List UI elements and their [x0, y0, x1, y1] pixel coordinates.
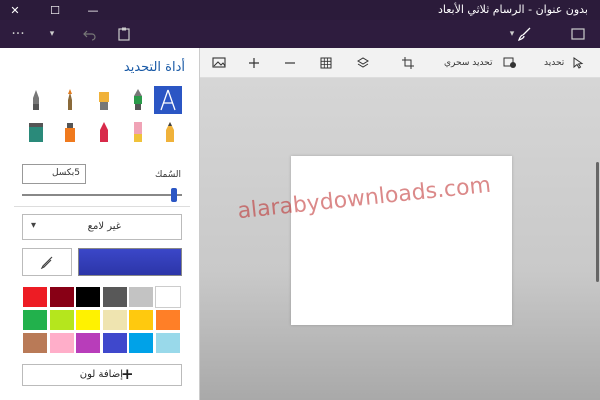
color-swatch[interactable] [155, 309, 181, 331]
canvas-toolbar: تحديد سحري تحديد [200, 48, 600, 78]
rotate-button[interactable] [356, 48, 370, 78]
magic-select-button[interactable]: تحديد سحري [444, 48, 517, 78]
canvas-workspace: alarabydownloads.com [200, 78, 600, 400]
zoom-in-button[interactable] [248, 48, 260, 78]
grid-icon [320, 57, 332, 69]
color-swatch[interactable] [22, 332, 48, 354]
chevron-down-icon: ▾ [509, 29, 515, 39]
color-swatch[interactable] [48, 309, 75, 331]
pen-icon [134, 89, 142, 110]
rotate-icon [357, 57, 369, 68]
plus-icon [249, 58, 259, 68]
fill-bucket-icon [29, 123, 43, 142]
brush-icon [518, 27, 531, 41]
window-title: بدون عنوان - الرسام ثلاثي الأبعاد [437, 3, 588, 16]
oil-brush-tool[interactable] [90, 86, 118, 114]
undo-button[interactable] [78, 20, 102, 48]
minimize-icon: — [87, 3, 99, 17]
pencil-icon [166, 122, 174, 142]
eyedropper-button[interactable] [22, 248, 72, 276]
color-palette [22, 286, 182, 354]
top-toolbar: ··· ▾ ▾ [0, 20, 600, 48]
maximize-button[interactable]: ☐ [40, 0, 70, 20]
eraser-tool[interactable] [124, 118, 152, 146]
more-icon: ··· [11, 26, 25, 42]
spray-can-tool[interactable] [56, 118, 84, 146]
title-bar: ✕ ☐ — بدون عنوان - الرسام ثلاثي الأبعاد [0, 0, 600, 20]
maximize-icon: ☐ [50, 3, 60, 17]
history-dropdown[interactable]: ▾ [42, 20, 62, 48]
thickness-slider-thumb[interactable] [171, 188, 177, 202]
chevron-down-icon: ▾ [49, 29, 55, 39]
fill-bucket-tool[interactable] [22, 118, 50, 146]
thickness-label: السُمك [154, 170, 181, 180]
close-button[interactable]: ✕ [0, 0, 30, 20]
chevron-down-icon: ▾ [31, 220, 37, 231]
more-button[interactable]: ··· [4, 20, 32, 48]
select-button[interactable]: تحديد [544, 48, 584, 78]
thickness-slider[interactable] [22, 194, 182, 196]
zoom-out-button[interactable] [284, 48, 296, 78]
spray-can-icon [65, 123, 75, 142]
image-icon [212, 57, 226, 68]
brush-menu-button[interactable]: ▾ [506, 20, 536, 48]
crayon-icon [100, 122, 108, 142]
finish-dropdown[interactable]: ▾ غير لامع [22, 214, 182, 240]
pen-tool[interactable] [124, 86, 152, 114]
crayon-tool[interactable] [90, 118, 118, 146]
eraser-icon [134, 122, 142, 142]
color-swatch[interactable] [101, 332, 128, 354]
finish-label: غير لامع [87, 221, 121, 232]
pencil-tool[interactable] [156, 118, 184, 146]
select-label: تحديد [544, 58, 565, 68]
calligraphy-pen-icon [68, 89, 72, 110]
color-swatch[interactable] [155, 332, 181, 354]
marker-tool[interactable] [22, 86, 50, 114]
tool-panel: أداة التحديد السُمك 5بكسل ▾ غير لامع + إ… [0, 48, 200, 400]
canvas-view-button[interactable] [566, 20, 590, 48]
undo-icon [83, 30, 96, 41]
color-swatch[interactable] [75, 332, 102, 354]
crop-icon [402, 57, 414, 69]
color-swatch[interactable] [22, 309, 48, 331]
thickness-input[interactable]: 5بكسل [22, 164, 86, 184]
add-color-label: إضافة لون [79, 369, 123, 380]
color-swatch[interactable] [128, 286, 155, 308]
cursor-icon [573, 57, 584, 69]
selection-tool-icon [160, 89, 176, 111]
eyedropper-icon [40, 256, 53, 269]
panel-title: أداة التحديد [123, 60, 185, 75]
divider [14, 206, 190, 207]
color-swatch[interactable] [75, 309, 102, 331]
color-swatch[interactable] [128, 309, 155, 331]
minus-icon [285, 62, 295, 64]
paste-button[interactable] [112, 20, 136, 48]
color-swatch[interactable] [22, 286, 48, 308]
canvas-icon [571, 28, 585, 40]
color-swatch[interactable] [48, 286, 75, 308]
calligraphy-pen-tool[interactable] [56, 86, 84, 114]
minimize-button[interactable]: — [78, 0, 108, 20]
current-color-preview[interactable] [78, 248, 182, 276]
color-swatch[interactable] [75, 286, 102, 308]
magic-select-label: تحديد سحري [444, 58, 493, 68]
color-swatch[interactable] [101, 309, 128, 331]
clipboard-icon [118, 27, 130, 41]
insert-image-button[interactable] [212, 48, 226, 78]
crop-button[interactable] [402, 48, 414, 78]
marker-icon [33, 90, 39, 110]
color-swatch[interactable] [101, 286, 128, 308]
color-swatch[interactable] [48, 332, 75, 354]
magic-select-icon [503, 57, 516, 68]
vertical-scrollbar[interactable] [596, 162, 599, 282]
color-swatch[interactable] [128, 332, 155, 354]
selection-tool[interactable] [154, 86, 182, 114]
grid-toggle-button[interactable] [320, 48, 332, 78]
oil-brush-icon [99, 92, 109, 110]
add-color-button[interactable]: + إضافة لون [22, 364, 182, 386]
close-icon: ✕ [10, 3, 20, 17]
color-swatch[interactable] [155, 286, 181, 308]
